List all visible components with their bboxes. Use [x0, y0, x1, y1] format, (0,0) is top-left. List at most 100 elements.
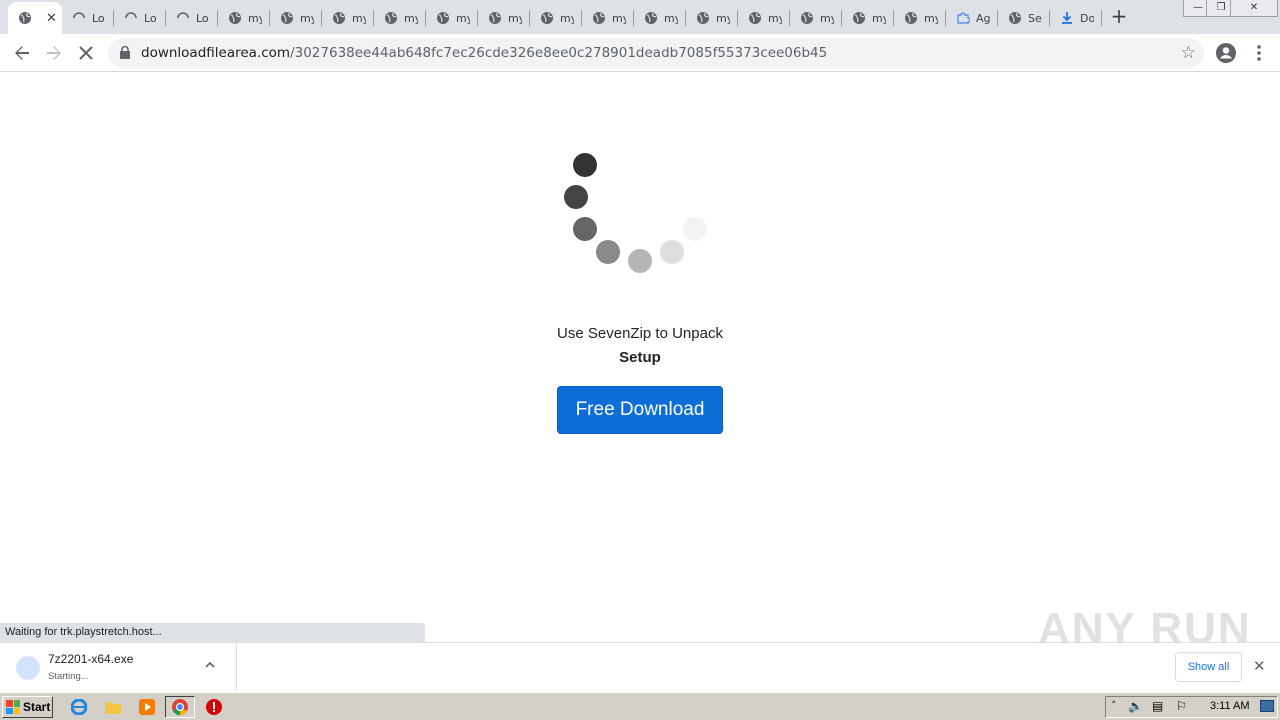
tab-title: my [352, 11, 366, 25]
tab-separator [1101, 10, 1102, 26]
account-circle-icon [1216, 43, 1236, 63]
windows-logo-icon [6, 700, 20, 714]
browser-tab[interactable]: my [790, 5, 842, 31]
browser-tab[interactable]: Lo [166, 5, 218, 31]
arrow-right-icon [47, 46, 61, 60]
browser-tab[interactable]: my [530, 5, 582, 31]
spinner-dot [564, 185, 588, 209]
tab-title: my [508, 11, 522, 25]
browser-tab[interactable]: my [582, 5, 634, 31]
chevron-up-icon[interactable] [205, 657, 215, 671]
loading-spinner-icon [176, 11, 190, 25]
browser-tab[interactable]: my [478, 5, 530, 31]
tab-title: my [872, 11, 886, 25]
globe-icon [280, 11, 294, 25]
browser-tab[interactable]: my [426, 5, 478, 31]
browser-tab[interactable]: Lo [62, 5, 114, 31]
tab-title: my [560, 11, 574, 25]
tab-title: my [456, 11, 470, 25]
spinner-dot [683, 217, 707, 241]
globe-icon [592, 11, 606, 25]
tab-title: my [924, 11, 938, 25]
clock: 3:11 AM [1210, 700, 1250, 712]
volume-icon[interactable]: 🔈 [1128, 699, 1143, 713]
windows-taskbar: Start ˄ 🔈 ▤ ⚐ 3:11 AM [0, 692, 1280, 720]
status-bar: Waiting for trk.playstretch.host... [0, 623, 425, 642]
globe-icon [644, 11, 658, 25]
globe-icon [488, 11, 502, 25]
start-label: Start [23, 700, 51, 714]
folder-icon[interactable] [104, 698, 122, 716]
globe-icon [332, 11, 346, 25]
tab-title: Lo [92, 11, 105, 25]
globe-icon [436, 11, 450, 25]
show-all-button[interactable]: Show all [1175, 652, 1242, 682]
bookmark-star-icon[interactable]: ☆ [1181, 43, 1196, 63]
new-tab-button[interactable]: + [1108, 6, 1130, 28]
free-download-button[interactable]: Free Download [557, 386, 723, 434]
stop-loading-button[interactable] [74, 41, 98, 65]
url-domain: downloadfilearea.com [141, 45, 291, 61]
browser-tab[interactable]: my [634, 5, 686, 31]
tab-title: my [716, 11, 730, 25]
download-filename: 7z2201-x64.exe [48, 652, 134, 666]
media-player-icon[interactable] [138, 698, 156, 716]
spinner-dot [573, 153, 597, 177]
internet-explorer-icon[interactable] [70, 698, 88, 716]
forward-button[interactable] [42, 41, 66, 65]
tab-title: my [768, 11, 782, 25]
globe-icon [904, 11, 918, 25]
spinner-dot [628, 249, 652, 273]
globe-icon [540, 11, 554, 25]
network-icon[interactable]: ▤ [1152, 699, 1163, 713]
setup-label: Setup [619, 349, 661, 366]
start-button[interactable]: Start [2, 696, 53, 718]
browser-tab[interactable]: Do [1050, 5, 1102, 31]
browser-tab[interactable]: ✕ [8, 2, 62, 34]
globe-icon [800, 11, 814, 25]
browser-tab[interactable]: my [322, 5, 374, 31]
browser-tab[interactable]: my [270, 5, 322, 31]
browser-tab[interactable]: my [842, 5, 894, 31]
spinner-dot [573, 217, 597, 241]
browser-tab[interactable]: my [894, 5, 946, 31]
browser-tab[interactable]: my [218, 5, 270, 31]
show-desktop-icon[interactable] [1260, 700, 1274, 712]
download-icon [1060, 11, 1074, 25]
browser-tab[interactable]: Se [998, 5, 1050, 31]
loading-spinner-icon [72, 11, 86, 25]
chrome-icon[interactable] [165, 696, 195, 718]
lock-icon [120, 46, 130, 59]
tab-close-icon[interactable]: ✕ [46, 11, 57, 26]
spinner-dot [596, 240, 620, 264]
flag-icon[interactable]: ⚐ [1176, 699, 1187, 713]
tab-title: my [612, 11, 626, 25]
close-window-button[interactable]: ✕ [1230, 0, 1278, 17]
tab-title: my [300, 11, 314, 25]
address-bar[interactable]: downloadfilearea.com/3027638ee44ab648fc7… [108, 38, 1204, 68]
chevron-up-icon[interactable]: ˄ [1111, 699, 1117, 712]
browser-tab[interactable]: Ag [946, 5, 998, 31]
opera-icon[interactable] [205, 698, 223, 716]
url-text[interactable]: downloadfilearea.com/3027638ee44ab648fc7… [141, 45, 827, 61]
globe-icon [1008, 11, 1022, 25]
browser-tab[interactable]: my [738, 5, 790, 31]
download-shelf: 7z2201-x64.exe Starting... Show all ✕ [0, 642, 1280, 692]
download-item[interactable]: 7z2201-x64.exe Starting... [0, 643, 237, 691]
profile-button[interactable] [1214, 41, 1238, 65]
globe-icon [852, 11, 866, 25]
tab-title: Ag [976, 11, 990, 25]
browser-tab[interactable]: my [374, 5, 426, 31]
globe-icon [228, 11, 242, 25]
tab-title: my [248, 11, 262, 25]
tab-title: Lo [196, 11, 209, 25]
spinner-dot [660, 240, 684, 264]
download-status: Starting... [48, 671, 89, 682]
close-shelf-icon[interactable]: ✕ [1253, 657, 1266, 675]
back-button[interactable] [10, 41, 34, 65]
tab-title: Do [1080, 11, 1094, 25]
browser-tab[interactable]: my [686, 5, 738, 31]
browser-tab[interactable]: Lo [114, 5, 166, 31]
menu-button[interactable] [1247, 41, 1271, 65]
tab-title: my [820, 11, 834, 25]
